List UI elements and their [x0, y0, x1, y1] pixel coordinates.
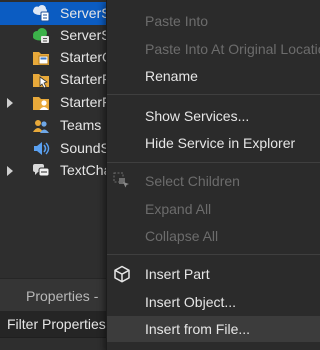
menu-item-select-children[interactable]: Select Children	[107, 168, 320, 194]
menu-item-label: Rename	[145, 68, 198, 84]
menu-separator	[107, 94, 320, 95]
menu-item-label: Insert Part	[145, 266, 210, 282]
starter-gui-icon	[32, 49, 50, 66]
menu-item-paste-into[interactable]: Paste Into	[107, 8, 320, 34]
starter-pack-icon	[32, 71, 50, 89]
menu-item-insert-from-file[interactable]: Insert from File...	[107, 316, 320, 342]
tree-item-label: ServerS	[60, 5, 111, 21]
menu-item-insert-object[interactable]: Insert Object...	[107, 289, 320, 315]
menu-item-label: Show Services...	[145, 108, 250, 124]
tree-item-label: StarterF	[60, 94, 111, 110]
text-chat-service-icon	[32, 162, 50, 179]
starter-player-icon	[32, 94, 50, 111]
tree-item-label: TextCha	[60, 162, 112, 178]
menu-item-hide-service-in-explorer[interactable]: Hide Service in Explorer	[107, 130, 320, 156]
server-storage-icon	[32, 5, 50, 22]
menu-item-rename[interactable]: Rename	[107, 63, 320, 89]
menu-item-paste-into-original-location[interactable]: Paste Into At Original Location	[107, 36, 320, 62]
sound-service-icon	[32, 140, 50, 157]
menu-item-label: Insert Object...	[145, 294, 237, 310]
menu-item-insert-part[interactable]: Insert Part	[107, 261, 320, 287]
tree-item-label: StarterF	[60, 71, 111, 87]
menu-item-label: Paste Into	[145, 13, 209, 29]
menu-item-collapse-all[interactable]: Collapse All	[107, 223, 320, 249]
tree-item-label: StarterG	[60, 49, 113, 65]
menu-item-label: Hide Service in Explorer	[145, 135, 296, 151]
menu-item-label: Collapse All	[145, 228, 219, 244]
menu-item-label: Insert from File...	[145, 321, 251, 337]
menu-item-label: Select Children	[145, 173, 240, 189]
expand-arrow-icon[interactable]	[7, 166, 13, 176]
menu-item-show-services[interactable]: Show Services...	[107, 103, 320, 129]
context-menu: Paste Into Paste Into At Original Locati…	[106, 0, 320, 350]
part-cube-icon	[113, 265, 131, 283]
tree-item-label: ServerS	[60, 27, 111, 43]
select-children-icon	[113, 172, 131, 190]
properties-title: Properties -	[26, 288, 99, 304]
tree-item-label: SoundS	[60, 140, 110, 156]
server-script-service-icon	[32, 27, 50, 44]
tree-item-label: Teams	[60, 117, 102, 133]
menu-item-label: Expand All	[145, 201, 212, 217]
menu-item-label: Paste Into At Original Location	[145, 41, 320, 57]
expand-arrow-icon[interactable]	[7, 98, 13, 108]
menu-item-expand-all[interactable]: Expand All	[107, 196, 320, 222]
teams-icon	[32, 117, 50, 134]
menu-separator	[107, 162, 320, 163]
menu-separator	[107, 254, 320, 255]
